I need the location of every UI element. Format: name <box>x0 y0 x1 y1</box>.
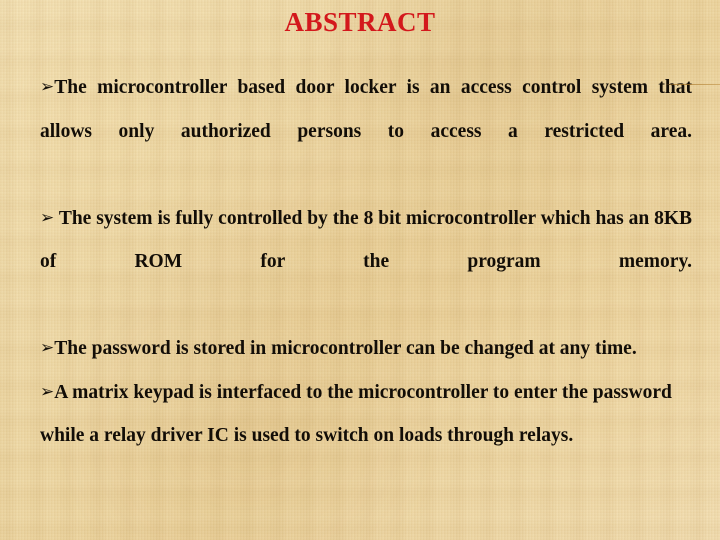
arrow-bullet-icon: ➢ <box>40 77 55 97</box>
arrow-bullet-icon: ➢ <box>40 381 55 402</box>
frame-edge-rule <box>665 84 720 85</box>
bullet-paragraph: ➢ The system is fully controlled by the … <box>40 197 692 328</box>
bullet-paragraph-text: The password is stored in microcontrolle… <box>54 338 637 359</box>
page-title: ABSTRACT <box>284 7 436 37</box>
bullet-paragraph-text: The microcontroller based door locker is… <box>40 77 692 142</box>
bullet-paragraph: ➢The password is stored in microcontroll… <box>40 327 692 371</box>
slide-body: ➢The microcontroller based door locker i… <box>40 66 692 458</box>
bullet-paragraph-text: A matrix keypad is interfaced to the mic… <box>40 381 672 447</box>
bullet-paragraph-text: The system is fully controlled by the 8 … <box>40 207 692 273</box>
bullet-paragraph: ➢A matrix keypad is interfaced to the mi… <box>40 371 692 458</box>
bullet-paragraph: ➢The microcontroller based door locker i… <box>40 66 692 197</box>
arrow-bullet-icon: ➢ <box>40 338 55 358</box>
arrow-bullet-icon: ➢ <box>40 207 55 228</box>
presentation-slide: ABSTRACT ➢The microcontroller based door… <box>0 0 720 540</box>
